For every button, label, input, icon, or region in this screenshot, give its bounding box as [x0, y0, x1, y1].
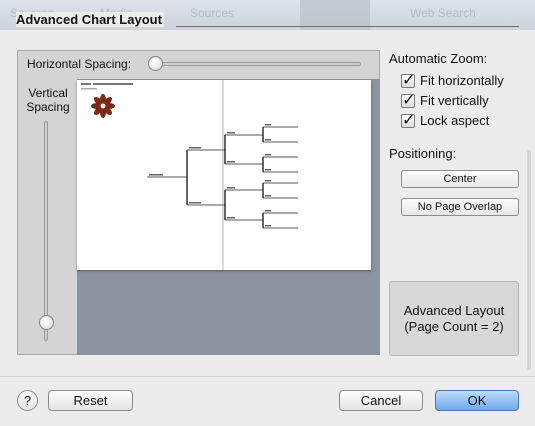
advanced-layout-line2: (Page Count = 2) [404, 318, 504, 334]
preview-header-text [93, 83, 133, 85]
help-button[interactable]: ? [17, 390, 38, 411]
fit-vertically-checkbox[interactable]: ✓ [401, 90, 415, 109]
cancel-button[interactable]: Cancel [339, 390, 423, 411]
no-page-overlap-button[interactable]: No Page Overlap [401, 198, 519, 216]
check-icon: ✓ [402, 109, 416, 129]
advanced-layout-button[interactable]: Advanced Layout (Page Count = 2) [389, 281, 519, 356]
flower-icon [91, 94, 115, 118]
horizontal-spacing-slider[interactable] [150, 62, 361, 66]
fit-vertically-label[interactable]: Fit vertically [420, 93, 489, 108]
fit-horizontally-label[interactable]: Fit horizontally [420, 73, 504, 88]
check-icon: ✓ [402, 69, 416, 89]
preview-header-text [81, 88, 97, 90]
horizontal-spacing-label: Horizontal Spacing: [27, 57, 132, 71]
reset-button[interactable]: Reset [48, 390, 133, 411]
preview-page [77, 80, 371, 270]
vertical-spacing-knob[interactable] [39, 315, 54, 330]
preview-header-text [81, 83, 91, 85]
lock-aspect-checkbox[interactable]: ✓ [401, 110, 415, 129]
center-button[interactable]: Center [401, 170, 519, 188]
spacing-panel: Horizontal Spacing: Vertical Spacing [17, 50, 380, 355]
lock-aspect-label[interactable]: Lock aspect [420, 113, 489, 128]
vertical-spacing-label-line1: Vertical [28, 86, 68, 100]
vertical-spacing-label-line2: Spacing [26, 100, 70, 114]
fit-horizontally-checkbox[interactable]: ✓ [401, 70, 415, 89]
title-bar: Advanced Chart Layout [0, 0, 535, 36]
advanced-chart-layout-sheet: Advanced Chart Layout Horizontal Spacing… [0, 0, 535, 426]
positioning-title: Positioning: [389, 146, 457, 161]
ok-button[interactable]: OK [435, 390, 519, 411]
vertical-spacing-label: Vertical Spacing [22, 86, 74, 114]
pedigree-name-marks [149, 124, 271, 227]
fit-vertically-checkbox-row[interactable]: ✓ Fit vertically [401, 90, 489, 109]
advanced-layout-line1: Advanced Layout [403, 302, 505, 318]
background-scrollbar [527, 150, 531, 370]
chart-preview [77, 79, 380, 355]
title-divider [176, 26, 519, 27]
horizontal-spacing-knob[interactable] [148, 56, 163, 71]
vertical-spacing-slider[interactable] [44, 121, 48, 341]
lock-aspect-checkbox-row[interactable]: ✓ Lock aspect [401, 110, 489, 129]
advanced-layout-text: Advanced Layout (Page Count = 2) [404, 303, 504, 335]
dialog-title: Advanced Chart Layout [16, 12, 164, 27]
footer-divider [0, 376, 535, 377]
automatic-zoom-title: Automatic Zoom: [389, 51, 488, 66]
check-icon: ✓ [402, 89, 416, 109]
fit-horizontally-checkbox-row[interactable]: ✓ Fit horizontally [401, 70, 504, 89]
pedigree-chart-preview [81, 80, 298, 270]
